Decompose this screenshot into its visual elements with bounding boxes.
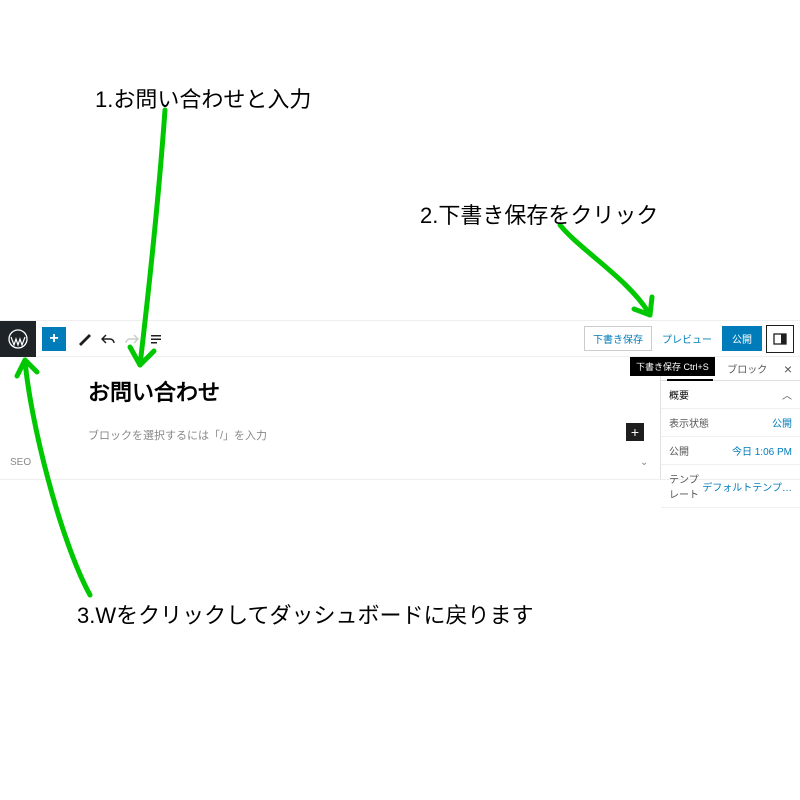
- undo-icon[interactable]: [97, 328, 119, 350]
- preview-button[interactable]: プレビュー: [656, 327, 718, 350]
- inline-add-block-button[interactable]: +: [626, 423, 644, 441]
- chevron-up-icon: ︿: [782, 387, 792, 402]
- row-visibility[interactable]: 表示状態 公開: [661, 409, 800, 437]
- add-block-button[interactable]: +: [42, 327, 66, 351]
- page-title[interactable]: お問い合わせ: [88, 375, 660, 407]
- redo-icon[interactable]: [121, 328, 143, 350]
- editor-topbar: + 下書き保存 プレビュー 公開: [0, 321, 800, 357]
- block-placeholder[interactable]: ブロックを選択するには「/」を入力: [88, 427, 660, 443]
- tab-block[interactable]: ブロック: [719, 357, 777, 380]
- save-draft-button[interactable]: 下書き保存: [584, 326, 652, 351]
- row-publish[interactable]: 公開 今日 1:06 PM: [661, 437, 800, 465]
- annotation-2: 2.下書き保存をクリック: [420, 198, 658, 230]
- tools-icon[interactable]: [73, 328, 95, 350]
- publish-label: 公開: [669, 443, 732, 458]
- annotation-3: 3.Wをクリックしてダッシュボードに戻ります: [77, 598, 533, 630]
- annotation-1: 1.お問い合わせと入力: [95, 82, 311, 114]
- chevron-down-icon[interactable]: ⌄: [640, 457, 648, 468]
- wordpress-editor: + 下書き保存 プレビュー 公開 お問い合わせ ブロックを選択するには「/」を入…: [0, 320, 800, 480]
- wordpress-icon: [8, 329, 28, 349]
- close-sidebar-button[interactable]: ×: [776, 357, 800, 380]
- template-label: テンプレート: [669, 471, 702, 501]
- template-value: デフォルトテンプ…: [702, 479, 792, 494]
- row-template[interactable]: テンプレート デフォルトテンプ…: [661, 465, 800, 508]
- details-icon[interactable]: [145, 328, 167, 350]
- wordpress-logo-button[interactable]: [0, 321, 36, 357]
- settings-panel-toggle[interactable]: [766, 325, 794, 353]
- publish-button[interactable]: 公開: [722, 326, 762, 351]
- save-draft-tooltip: 下書き保存 Ctrl+S: [630, 357, 715, 376]
- publish-value: 今日 1:06 PM: [732, 443, 792, 458]
- summary-label: 概要: [669, 387, 689, 402]
- sidebar-icon: [773, 332, 787, 346]
- visibility-value: 公開: [772, 415, 792, 430]
- editor-canvas[interactable]: お問い合わせ ブロックを選択するには「/」を入力 +: [0, 357, 660, 479]
- seo-panel-label[interactable]: SEO: [10, 457, 31, 468]
- panel-summary[interactable]: 概要 ︿: [661, 381, 800, 409]
- visibility-label: 表示状態: [669, 415, 772, 430]
